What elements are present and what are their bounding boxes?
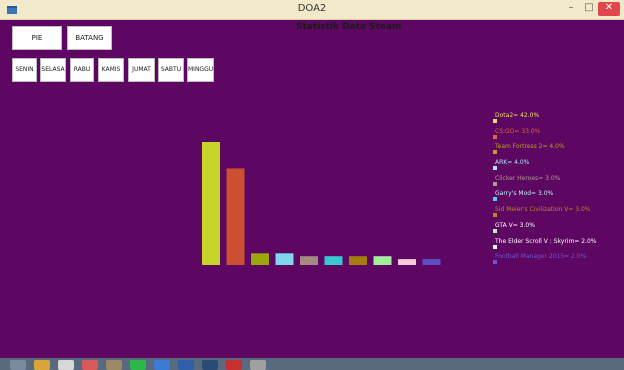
bar-gta-v bbox=[373, 256, 392, 265]
app-window: DOA2 – □ ✕ Statistik Data Steam PIE BATA… bbox=[0, 0, 624, 370]
bar-the-elder-scroll-v-skyrim bbox=[398, 259, 416, 265]
app-icon[interactable] bbox=[202, 360, 218, 370]
legend-label: GTA V= 3.0% bbox=[495, 221, 535, 229]
title-bar[interactable]: DOA2 – □ ✕ bbox=[0, 0, 624, 20]
bar-sid-meier-s-civilization-v bbox=[349, 256, 367, 265]
start-icon[interactable] bbox=[10, 360, 26, 370]
bar-dota2 bbox=[202, 142, 220, 265]
day-button-senin[interactable]: SENIN bbox=[12, 58, 37, 82]
main-panel: Statistik Data Steam PIE BATANG SENIN SE… bbox=[0, 20, 624, 358]
day-button-sabtu[interactable]: SABTU bbox=[158, 58, 184, 82]
legend-item: ARK= 4.0% bbox=[492, 159, 620, 175]
legend-label: Dota2= 42.0% bbox=[495, 112, 540, 119]
minimize-button[interactable]: – bbox=[562, 2, 580, 16]
legend-item: Garry's Mod= 3.0% bbox=[492, 190, 620, 206]
bar-cs-go bbox=[226, 168, 245, 265]
file-icon[interactable] bbox=[58, 360, 74, 370]
legend-item: CS:GO= 33.0% bbox=[492, 128, 620, 144]
day-button-kamis[interactable]: KAMIS bbox=[98, 58, 124, 82]
legend-label: The Elder Scroll V : Skyrim= 2.0% bbox=[495, 237, 597, 245]
day-button-minggu[interactable]: MINGGU bbox=[187, 58, 214, 82]
legend-label: Football Manager 2015= 2.0% bbox=[495, 253, 587, 261]
bar-chart bbox=[202, 142, 441, 265]
legend-item: Team Fortress 2= 4.0% bbox=[492, 143, 620, 159]
legend-item: Football Manager 2015= 2.0% bbox=[492, 253, 620, 269]
java-icon[interactable] bbox=[250, 360, 266, 370]
bar-ark bbox=[275, 253, 294, 265]
day-button-jumat[interactable]: JUMAT bbox=[128, 58, 155, 82]
legend-item: Dota2= 42.0% bbox=[492, 112, 620, 128]
chart-title: Statistik Data Steam bbox=[296, 22, 402, 32]
legend-label: CS:GO= 33.0% bbox=[495, 127, 541, 135]
legend-item: GTA V= 3.0% bbox=[492, 222, 620, 238]
legend-label: ARK= 4.0% bbox=[495, 159, 530, 167]
legend-item: The Elder Scroll V : Skyrim= 2.0% bbox=[492, 238, 620, 254]
window-controls: – □ ✕ bbox=[562, 0, 624, 18]
chart-legend: Dota2= 42.0% CS:GO= 33.0% Team Fortress 2=… bbox=[492, 112, 620, 269]
legend-label: Team Fortress 2= 4.0% bbox=[495, 143, 565, 151]
pdf-icon[interactable] bbox=[226, 360, 242, 370]
day-button-selasa[interactable]: SELASA bbox=[40, 58, 66, 82]
batang-button[interactable]: BATANG bbox=[67, 26, 112, 50]
browser-icon[interactable] bbox=[154, 360, 170, 370]
bar-garry-s-mod bbox=[324, 256, 343, 265]
pie-button[interactable]: PIE bbox=[12, 26, 62, 50]
legend-label: Garry's Mod= 3.0% bbox=[495, 190, 554, 198]
bar-football-manager-2015 bbox=[422, 259, 441, 265]
legend-item: Clicker Heroes= 3.0% bbox=[492, 175, 620, 191]
taskbar bbox=[0, 358, 624, 370]
window-title: DOA2 bbox=[297, 3, 327, 14]
maximize-button[interactable]: □ bbox=[580, 2, 598, 16]
day-button-rabu[interactable]: RABU bbox=[70, 58, 94, 82]
legend-label: Sid Meier's Civilization V= 3.0% bbox=[495, 206, 591, 214]
chat-icon[interactable] bbox=[130, 360, 146, 370]
chrome-icon[interactable] bbox=[34, 360, 50, 370]
legend-label: Clicker Heroes= 3.0% bbox=[495, 174, 561, 182]
media-icon[interactable] bbox=[82, 360, 98, 370]
folder-icon[interactable] bbox=[106, 360, 122, 370]
bar-clicker-heroes bbox=[300, 256, 318, 265]
close-button[interactable]: ✕ bbox=[598, 2, 620, 16]
legend-item: Sid Meier's Civilization V= 3.0% bbox=[492, 206, 620, 222]
word-icon[interactable] bbox=[178, 360, 194, 370]
bar-team-fortress-2 bbox=[251, 253, 269, 265]
